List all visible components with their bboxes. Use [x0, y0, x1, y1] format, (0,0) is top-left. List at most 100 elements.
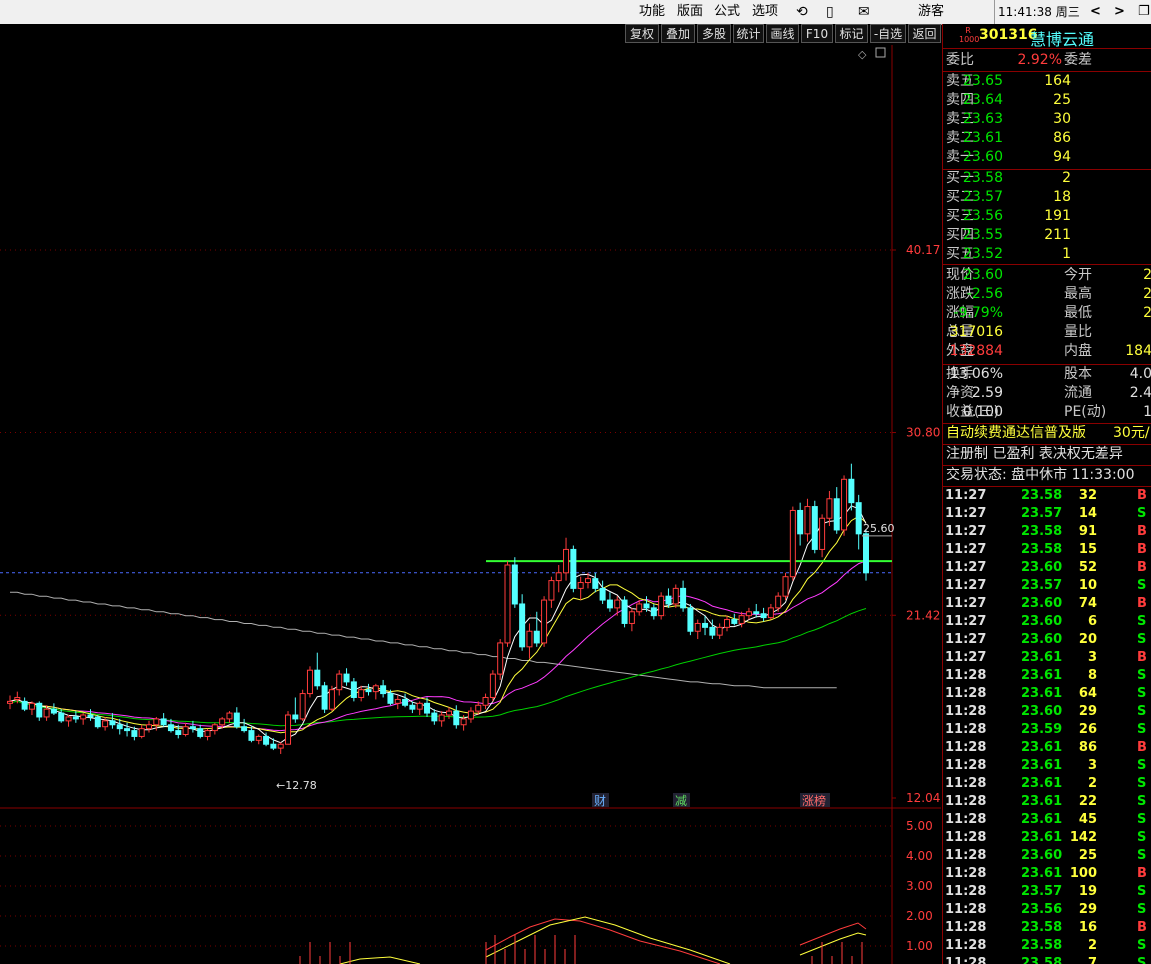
toolbar-multistock-button[interactable]: 多股	[697, 24, 731, 43]
menu-layout[interactable]: 版面	[677, 0, 703, 24]
tick-row[interactable]: 11:27 23.58 32 B	[943, 487, 1151, 505]
tick-row[interactable]: 11:28 23.61 45 S	[943, 811, 1151, 829]
tick-time: 11:28	[945, 866, 987, 881]
candle-body	[577, 582, 584, 589]
tick-row[interactable]: 11:27 23.60 20 S	[943, 631, 1151, 649]
tick-row[interactable]: 11:28 23.61 142 S	[943, 829, 1151, 847]
tick-time: 11:28	[945, 740, 987, 755]
tick-time: 11:28	[945, 758, 987, 773]
toolbar-watchlist-button[interactable]: -自选	[870, 24, 906, 43]
bid-price: 23.57	[962, 189, 1003, 205]
tick-time: 11:27	[945, 650, 987, 665]
tick-side: B	[1137, 524, 1147, 539]
candle-body	[789, 509, 796, 578]
kline-chart-area[interactable]: 40.17 30.80 21.42 12.04 5.00 4.00 3.00 2.00 1.00…	[0, 45, 941, 964]
candle-body	[563, 548, 570, 574]
toolbar-stats-button[interactable]: 统计	[733, 24, 764, 43]
menu-formula[interactable]: 公式	[714, 0, 740, 24]
phone-icon[interactable]: ▯	[826, 0, 834, 24]
stat-value: -9.79%	[953, 305, 1003, 321]
promo-text[interactable]: 自动续费通达信普及版	[946, 424, 1086, 443]
restore-window-icon[interactable]: ❐	[1138, 0, 1150, 24]
stat-row: 现价 23.60 今开 2	[943, 266, 1151, 285]
candle-body	[775, 595, 782, 609]
tick-row[interactable]: 11:28 23.61 22 S	[943, 793, 1151, 811]
forward-arrow-icon[interactable]: >	[1114, 0, 1125, 24]
tick-row[interactable]: 11:28 23.61 86 B	[943, 739, 1151, 757]
bid-row[interactable]: 买二 23.57 18	[943, 188, 1151, 207]
bid-row[interactable]: 买四 23.55 211	[943, 226, 1151, 245]
tick-row[interactable]: 11:27 23.57 10 S	[943, 577, 1151, 595]
candle-body	[723, 619, 730, 628]
bid-row[interactable]: 买三 23.56 191	[943, 207, 1151, 226]
tick-row[interactable]: 11:27 23.60 52 B	[943, 559, 1151, 577]
tick-row[interactable]: 11:28 23.61 64 S	[943, 685, 1151, 703]
menu-options[interactable]: 选项	[752, 0, 778, 24]
bid-row[interactable]: 买一 23.58 2	[943, 169, 1151, 188]
ask-row[interactable]: 卖二 23.61 86	[943, 129, 1151, 148]
toolbar-fuquan-button[interactable]: 复权	[625, 24, 659, 43]
tick-row[interactable]: 11:28 23.61 8 S	[943, 667, 1151, 685]
tick-price: 23.57	[1021, 506, 1063, 521]
candle-body	[848, 478, 855, 504]
tick-time: 11:28	[945, 794, 987, 809]
candle-body	[219, 718, 226, 726]
tick-volume: 2	[1087, 776, 1097, 791]
tick-row[interactable]: 11:28 23.60 25 S	[943, 847, 1151, 865]
candle-body	[416, 702, 423, 710]
tick-row[interactable]: 11:28 23.56 29 S	[943, 901, 1151, 919]
refresh-icon[interactable]: ⟲	[796, 0, 808, 24]
tick-row[interactable]: 11:27 23.58 15 B	[943, 541, 1151, 559]
tick-row[interactable]: 11:28 23.61 100 B	[943, 865, 1151, 883]
tick-row[interactable]: 11:27 23.58 91 B	[943, 523, 1151, 541]
tick-row[interactable]: 11:27 23.60 6 S	[943, 613, 1151, 631]
tick-row[interactable]: 11:28 23.58 7 S	[943, 955, 1151, 964]
ask-row[interactable]: 卖四 23.64 25	[943, 91, 1151, 110]
kline-chart[interactable]: 40.17 30.80 21.42 12.04 5.00 4.00 3.00 2.00 1.00…	[0, 45, 941, 964]
tick-volume: 20	[1078, 632, 1097, 647]
candle-body	[745, 611, 752, 617]
candle-body	[716, 626, 723, 636]
tick-row[interactable]: 11:28 23.57 19 S	[943, 883, 1151, 901]
menu-bar: 功能 版面 公式 选项 ⟲ ▯ ✉ 游客 11:41:38 周三 < > ❐	[0, 0, 1151, 25]
bid-row[interactable]: 买五 23.52 1	[943, 245, 1151, 264]
ask-row[interactable]: 卖五 23.65 164	[943, 72, 1151, 91]
candle-body	[460, 718, 467, 726]
promo-row[interactable]: 自动续费通达信普及版 30元/	[943, 424, 1151, 443]
tick-row[interactable]: 11:28 23.58 16 B	[943, 919, 1151, 937]
menu-function[interactable]: 功能	[639, 0, 665, 24]
back-arrow-icon[interactable]: <	[1090, 0, 1101, 24]
stat-value: 317016	[949, 324, 1003, 340]
ask-row[interactable]: 卖一 23.60 94	[943, 148, 1151, 167]
candle-body	[687, 607, 694, 632]
candle-body	[365, 689, 372, 693]
tick-row[interactable]: 11:28 23.59 26 S	[943, 721, 1151, 739]
tick-volume: 32	[1078, 488, 1097, 503]
tick-row[interactable]: 11:27 23.60 74 B	[943, 595, 1151, 613]
toolbar-draw-button[interactable]: 画线	[766, 24, 799, 43]
tick-row[interactable]: 11:28 23.61 2 S	[943, 775, 1151, 793]
ask-row[interactable]: 卖三 23.63 30	[943, 110, 1151, 129]
tick-volume: 6	[1087, 614, 1097, 629]
tick-row[interactable]: 11:27 23.61 3 B	[943, 649, 1151, 667]
toolbar-mark-button[interactable]: 标记	[835, 24, 868, 43]
toolbar-return-button[interactable]: 返回	[908, 24, 941, 43]
candle-body	[292, 714, 299, 720]
toolbar-f10-button[interactable]: F10	[801, 24, 833, 43]
tick-volume: 3	[1087, 650, 1097, 665]
tick-row[interactable]: 11:28 23.61 3 S	[943, 757, 1151, 775]
tick-volume: 26	[1078, 722, 1097, 737]
user-label[interactable]: 游客	[918, 0, 944, 24]
tick-row[interactable]: 11:27 23.57 14 S	[943, 505, 1151, 523]
tick-row[interactable]: 11:28 23.58 2 S	[943, 937, 1151, 955]
mail-icon[interactable]: ✉	[858, 0, 870, 24]
tick-row[interactable]: 11:28 23.60 29 S	[943, 703, 1151, 721]
bid-volume: 191	[1044, 208, 1071, 224]
tick-volume: 91	[1078, 524, 1097, 539]
toolbar-overlay-button[interactable]: 叠加	[661, 24, 695, 43]
tick-side: B	[1137, 560, 1147, 575]
candle-body	[767, 607, 774, 619]
tick-price: 23.58	[1021, 542, 1063, 557]
stat-value-2: 4.0	[1129, 366, 1151, 382]
candle-body	[306, 669, 313, 695]
